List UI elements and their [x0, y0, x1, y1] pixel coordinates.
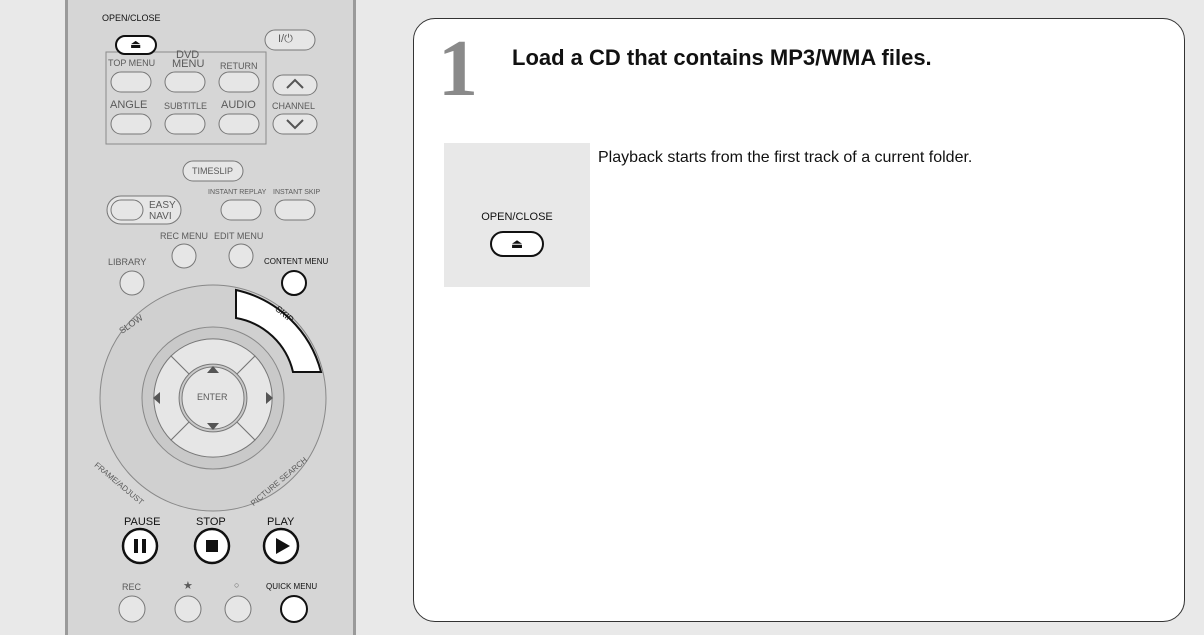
remote-label-return: RETURN: [220, 61, 258, 71]
remote-label-enter: ENTER: [197, 392, 228, 402]
remote-label-pause: PAUSE: [124, 516, 161, 528]
remote-label-timeslip: TIMESLIP: [192, 166, 234, 176]
remote-label-audio: AUDIO: [221, 99, 256, 111]
remote-label-rec: REC: [122, 582, 142, 592]
remote-label-play: PLAY: [267, 516, 295, 528]
remote-label-stop: STOP: [196, 516, 226, 528]
remote-label-angle: ANGLE: [110, 99, 148, 111]
button-label: OPEN/CLOSE: [481, 211, 553, 223]
step-description: Playback starts from the first track of …: [598, 149, 973, 166]
step-number: 1: [438, 25, 478, 113]
eject-button-icon: ⏏: [490, 231, 544, 257]
remote-label-easy-navi: EASY NAVI: [149, 200, 176, 222]
remote-label-top-menu: TOP MENU: [108, 58, 156, 68]
remote-label-content-menu: CONTENT MENU: [264, 257, 329, 266]
remote-label-subtitle: SUBTITLE: [164, 101, 208, 111]
instruction-step-panel: 1 Load a CD that contains MP3/WMA files.…: [413, 18, 1185, 622]
remote-label-menu: MENU: [172, 58, 205, 70]
star-icon: ★: [183, 580, 193, 592]
remote-label-channel: CHANNEL: [272, 101, 316, 111]
remote-label-instant-replay: INSTANT REPLAY: [208, 189, 267, 196]
step-title: Load a CD that contains MP3/WMA files.: [512, 45, 932, 70]
remote-body-graphic: [99, 29, 327, 623]
eject-icon: ⏏: [130, 37, 142, 51]
remote-label-edit-menu: EDIT MENU: [214, 231, 264, 241]
circle-icon: ○: [234, 580, 240, 590]
button-illustration: OPEN/CLOSE ⏏: [444, 143, 590, 287]
remote-label-quick-menu: QUICK MENU: [266, 582, 318, 591]
remote-label-power: I/⏻: [278, 33, 293, 45]
remote-label-instant-skip: INSTANT SKIP: [273, 189, 321, 196]
remote-label-rec-menu: REC MENU: [160, 231, 209, 241]
remote-control-illustration: OPEN/CLOSE ⏏ I/⏻ DVD TOP MENU MENU RETUR…: [65, 0, 356, 635]
remote-label-open-close: OPEN/CLOSE: [102, 13, 161, 23]
remote-label-library: LIBRARY: [108, 257, 147, 267]
